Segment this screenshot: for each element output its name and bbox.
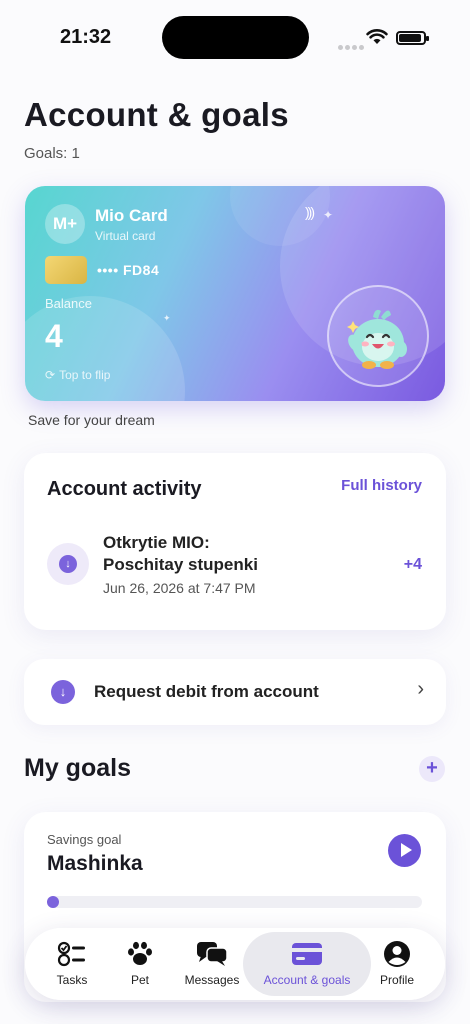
card-caption: Save for your dream	[28, 412, 155, 428]
tab-bar: Tasks Pet Messages Account & goals Profi…	[25, 928, 445, 1000]
mio-card[interactable]: M+ Mio Card Virtual card •••• FD84 ))) ✦…	[25, 186, 445, 401]
flip-hint[interactable]: ⟳ Top to flip	[45, 368, 110, 382]
signal-icon	[338, 37, 366, 55]
tab-account-goals[interactable]: Account & goals	[243, 932, 371, 996]
tab-messages-label: Messages	[184, 973, 240, 987]
my-goals-title: My goals	[24, 754, 131, 782]
tab-messages[interactable]: Messages	[175, 928, 249, 1000]
messages-icon	[197, 942, 228, 966]
goal-type: Savings goal	[47, 832, 122, 847]
account-activity-panel: Account activity Full history ↓ Otkrytie…	[24, 453, 446, 630]
card-number: •••• FD84	[97, 262, 160, 278]
paw-icon	[128, 941, 152, 965]
arrow-down-icon: ↓	[47, 543, 89, 585]
pet-avatar[interactable]	[327, 285, 429, 387]
goals-count: Goals: 1	[24, 145, 80, 162]
account-activity-title: Account activity	[47, 478, 202, 500]
activity-item-amount: +4	[403, 556, 422, 573]
page-title: Account & goals	[24, 96, 289, 133]
tasks-icon	[57, 941, 85, 967]
balance-label: Balance	[45, 296, 92, 311]
tab-pet-label: Pet	[130, 973, 149, 987]
profile-icon	[384, 941, 410, 967]
add-goal-button[interactable]: +	[419, 756, 445, 782]
play-button[interactable]	[388, 834, 421, 867]
sparkle-icon: ✦	[323, 208, 334, 222]
dynamic-island	[162, 16, 309, 59]
tab-profile-label: Profile	[379, 973, 414, 987]
goal-name: Mashinka	[47, 852, 143, 875]
card-chip-icon	[45, 256, 87, 284]
plus-icon: +	[426, 757, 438, 779]
request-debit-button[interactable]: ↓ Request debit from account ›	[24, 659, 446, 725]
activity-item-date: Jun 26, 2026 at 7:47 PM	[103, 580, 256, 596]
status-time: 21:32	[60, 26, 112, 48]
tab-profile[interactable]: Profile	[369, 928, 425, 1000]
contactless-icon: )))	[305, 204, 315, 220]
activity-item-subtitle: Poschitay stupenki	[103, 555, 258, 574]
card-icon	[292, 943, 322, 965]
tab-pet[interactable]: Pet	[111, 928, 169, 1000]
tab-account-goals-label: Account & goals	[263, 973, 351, 987]
balance-value: 4	[45, 318, 63, 354]
flip-hint-label: Top to flip	[59, 368, 111, 382]
card-subtitle: Virtual card	[95, 229, 156, 243]
card-logo: M+	[45, 204, 85, 244]
arrow-down-icon: ↓	[51, 680, 75, 704]
tab-tasks[interactable]: Tasks	[31, 928, 113, 1000]
goal-progress-fill	[47, 896, 59, 908]
battery-icon	[396, 31, 429, 45]
tab-tasks-label: Tasks	[56, 973, 88, 987]
sparkle-icon: ✦	[163, 313, 171, 323]
activity-item-title: Otkrytie MIO:	[103, 533, 210, 552]
wifi-icon	[366, 28, 388, 51]
card-name: Mio Card	[95, 206, 168, 225]
pet-mascot-icon	[347, 309, 407, 369]
chevron-right-icon: ›	[417, 678, 424, 700]
full-history-link[interactable]: Full history	[341, 477, 422, 494]
goal-progress-bar	[47, 896, 422, 908]
request-debit-label: Request debit from account	[94, 682, 319, 701]
refresh-icon: ⟳	[45, 368, 56, 382]
status-bar: 21:32	[0, 0, 470, 78]
